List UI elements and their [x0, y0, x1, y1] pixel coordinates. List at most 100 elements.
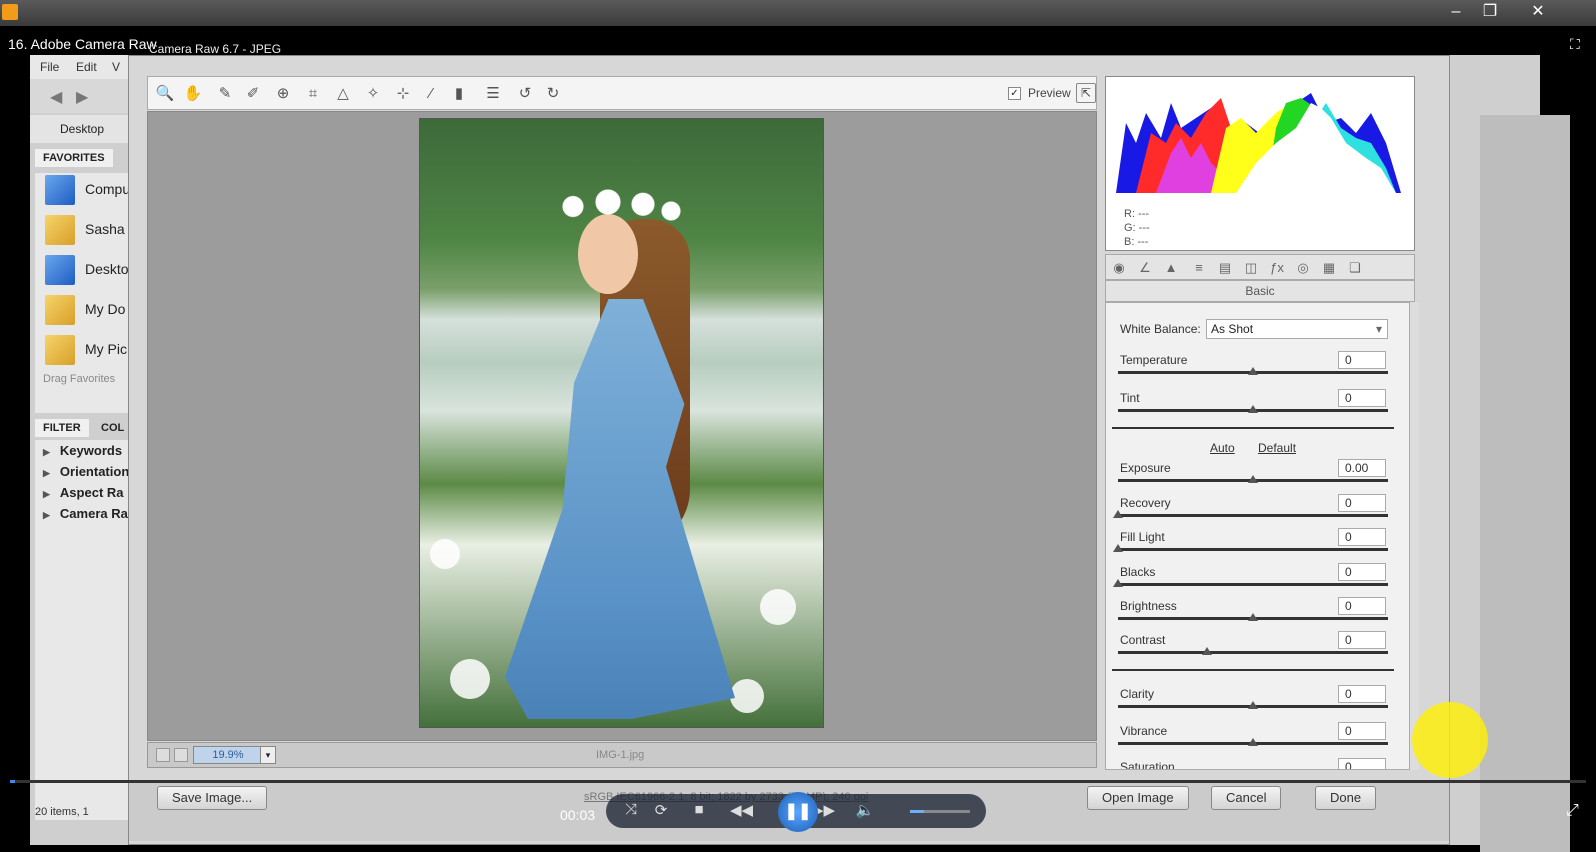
preferences-icon[interactable]: ☰: [482, 83, 504, 105]
forward-icon[interactable]: ▶: [76, 87, 88, 107]
slider-value-field[interactable]: 0: [1338, 597, 1386, 615]
filter-aspect-ratio[interactable]: Aspect Ra: [43, 485, 124, 500]
slider-thumb[interactable]: [1113, 579, 1123, 587]
repeat-icon[interactable]: ⟳: [650, 801, 672, 819]
tab-presets-icon[interactable]: ▦: [1320, 259, 1338, 277]
breadcrumb-desktop[interactable]: Desktop: [60, 122, 104, 136]
slider-thumb[interactable]: [1248, 738, 1258, 746]
slider-value-field[interactable]: 0: [1338, 563, 1386, 581]
restore-icon[interactable]: ❐: [1476, 2, 1504, 22]
fullscreen-exit-icon[interactable]: ⤢: [1566, 802, 1579, 820]
menu-edit[interactable]: Edit: [76, 60, 97, 74]
preview-checkbox[interactable]: ✓: [1008, 87, 1021, 100]
slider-value-field[interactable]: 0: [1338, 758, 1386, 769]
rewind-icon[interactable]: ◀◀: [730, 801, 753, 819]
slider-thumb[interactable]: [1248, 367, 1258, 375]
auto-link[interactable]: Auto: [1210, 441, 1235, 455]
slider-thumb[interactable]: [1248, 475, 1258, 483]
tab-lens-corrections-icon[interactable]: ◫: [1242, 259, 1260, 277]
tab-tone-curve-icon[interactable]: ∠: [1136, 259, 1154, 277]
histogram-panel: R: --- G: --- B: ---: [1105, 76, 1415, 251]
tab-split-toning-icon[interactable]: ▤: [1216, 259, 1234, 277]
slider-value-field[interactable]: 0: [1338, 351, 1386, 369]
slider-track[interactable]: [1118, 475, 1388, 483]
shuffle-icon[interactable]: ⤨: [620, 801, 642, 818]
crop-tool-icon[interactable]: ⌗: [302, 83, 324, 105]
pause-button[interactable]: ❚❚: [778, 792, 818, 832]
zoom-in-button[interactable]: [174, 748, 188, 762]
zoom-tool-icon[interactable]: 🔍: [154, 83, 176, 105]
color-sampler-icon[interactable]: ✐: [242, 83, 264, 105]
zoom-level[interactable]: 19.9%: [193, 746, 263, 764]
histogram-graph: [1116, 83, 1401, 193]
panel-scrollbar[interactable]: [1409, 302, 1419, 770]
back-icon[interactable]: ◀: [50, 87, 62, 107]
tab-detail-icon[interactable]: ▲: [1162, 259, 1180, 277]
image-canvas[interactable]: [147, 111, 1097, 741]
slider-value-field[interactable]: 0: [1338, 389, 1386, 407]
slider-value-field[interactable]: 0: [1338, 494, 1386, 512]
slider-track[interactable]: [1113, 510, 1388, 518]
blue-readout: B: ---: [1124, 236, 1149, 248]
slider-thumb[interactable]: [1248, 405, 1258, 413]
spot-removal-icon[interactable]: ✧: [362, 83, 384, 105]
filter-keywords[interactable]: Keywords: [43, 443, 122, 458]
zoom-dropdown-icon[interactable]: ▾: [260, 746, 276, 764]
adjustment-brush-icon[interactable]: ⁄: [420, 83, 442, 105]
player-title-bar: – ❐ ✕: [0, 0, 1596, 26]
slider-track[interactable]: [1113, 544, 1388, 552]
slider-thumb[interactable]: [1113, 510, 1123, 518]
rotate-left-icon[interactable]: ↺: [514, 83, 536, 105]
slider-value-field[interactable]: 0.00: [1338, 459, 1386, 477]
slider-track[interactable]: [1113, 579, 1388, 587]
tab-hsl-icon[interactable]: ≡: [1190, 259, 1208, 277]
zoom-out-button[interactable]: [156, 748, 170, 762]
close-icon[interactable]: ✕: [1524, 2, 1552, 22]
rotate-right-icon[interactable]: ↻: [542, 83, 564, 105]
filter-camera-raw[interactable]: Camera Ra: [43, 506, 128, 521]
red-eye-icon[interactable]: ⊹: [392, 83, 414, 105]
volume-icon[interactable]: 🔈: [854, 801, 876, 819]
slider-value-field[interactable]: 0: [1338, 685, 1386, 703]
flower: [760, 589, 796, 625]
tab-basic-icon[interactable]: ◉: [1110, 259, 1128, 277]
tab-effects-icon[interactable]: ƒx: [1268, 259, 1286, 277]
slider-value-field[interactable]: 0: [1338, 631, 1386, 649]
slider-track[interactable]: [1118, 405, 1388, 413]
filter-orientation[interactable]: Orientation: [43, 464, 129, 479]
tab-collections[interactable]: COL: [93, 419, 133, 437]
hand-tool-icon[interactable]: ✋: [182, 83, 204, 105]
slider-track[interactable]: [1118, 738, 1388, 746]
progress-bar[interactable]: [10, 780, 1586, 783]
fullscreen-toggle-icon[interactable]: ⇱: [1076, 83, 1096, 103]
fullscreen-icon[interactable]: ⛶: [1570, 36, 1580, 53]
menu-view[interactable]: V: [112, 60, 120, 74]
white-balance-select[interactable]: As Shot: [1206, 319, 1388, 339]
stop-icon[interactable]: ■: [688, 801, 710, 818]
slider-track[interactable]: [1118, 647, 1388, 655]
volume-slider[interactable]: [910, 810, 970, 813]
graduated-filter-icon[interactable]: ▮: [448, 83, 470, 105]
playback-time: 00:03: [560, 807, 596, 823]
slider-value-field[interactable]: 0: [1338, 722, 1386, 740]
slider-track[interactable]: [1118, 701, 1388, 709]
white-balance-tool-icon[interactable]: ✎: [214, 83, 236, 105]
default-link[interactable]: Default: [1258, 441, 1296, 455]
slider-track[interactable]: [1118, 367, 1388, 375]
tab-favorites[interactable]: FAVORITES: [35, 149, 113, 167]
white-balance-label: White Balance:: [1120, 322, 1201, 336]
tab-filter[interactable]: FILTER: [35, 419, 89, 437]
menu-file[interactable]: File: [40, 60, 59, 74]
tab-snapshots-icon[interactable]: ❏: [1346, 259, 1364, 277]
slider-thumb[interactable]: [1248, 701, 1258, 709]
targeted-adjustment-icon[interactable]: ⊕: [272, 83, 294, 105]
slider-thumb[interactable]: [1113, 544, 1123, 552]
slider-value-field[interactable]: 0: [1338, 528, 1386, 546]
slider-thumb[interactable]: [1248, 613, 1258, 621]
slider-label: Fill Light: [1120, 530, 1165, 544]
slider-track[interactable]: [1118, 613, 1388, 621]
tab-camera-calibration-icon[interactable]: ◎: [1294, 259, 1312, 277]
straighten-tool-icon[interactable]: △: [332, 83, 354, 105]
minimize-icon[interactable]: –: [1442, 2, 1470, 22]
slider-thumb[interactable]: [1202, 647, 1213, 655]
